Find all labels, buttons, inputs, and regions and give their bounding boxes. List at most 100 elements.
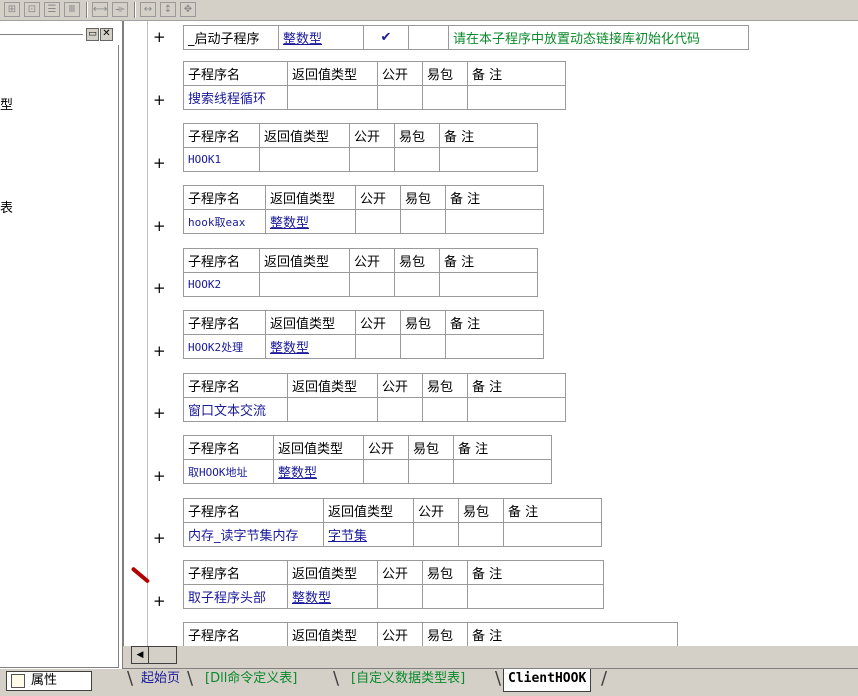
move-icon[interactable]: ✥ bbox=[180, 2, 196, 17]
insert-col-icon[interactable]: Ⅲ bbox=[64, 2, 80, 17]
remark-cell[interactable] bbox=[503, 522, 602, 547]
minimize-icon[interactable]: ▭ bbox=[86, 28, 99, 41]
remark-cell[interactable] bbox=[467, 584, 604, 609]
subroutine-return-type[interactable]: 整数型 bbox=[278, 25, 364, 50]
close-icon[interactable]: ✕ bbox=[100, 28, 113, 41]
header-name: 子程序名 bbox=[183, 310, 266, 335]
tab-dll-command-table[interactable]: [Dll命令定义表] bbox=[201, 669, 301, 691]
tree-item-fragment[interactable]: 型 bbox=[0, 94, 13, 113]
subroutine-name[interactable]: _启动子程序 bbox=[183, 25, 279, 50]
code-editor[interactable]: + _启动子程序 整数型 ✔ 请在本子程序中放置动态链接库初始化代码 + 子程序… bbox=[123, 21, 858, 646]
insert-row-icon[interactable]: ☰ bbox=[44, 2, 60, 17]
remark-cell[interactable] bbox=[453, 459, 552, 484]
subroutine-name[interactable]: 窗口文本交流 bbox=[183, 397, 288, 422]
subroutine-name[interactable]: HOOK1 bbox=[183, 147, 260, 172]
subroutine-return-type[interactable] bbox=[287, 397, 378, 422]
public-cell[interactable] bbox=[377, 397, 423, 422]
subroutine-return-type[interactable]: 整数型 bbox=[273, 459, 364, 484]
expand-toggle[interactable]: + bbox=[153, 404, 166, 422]
subroutine-name[interactable]: 取HOOK地址 bbox=[183, 459, 274, 484]
expand-toggle[interactable]: + bbox=[153, 342, 166, 360]
horizontal-scrollbar[interactable]: ◀ bbox=[123, 646, 858, 668]
subroutine-remark[interactable]: 请在本子程序中放置动态链接库初始化代码 bbox=[448, 25, 749, 50]
header-public: 公开 bbox=[349, 248, 395, 273]
tab-separator: \ bbox=[127, 668, 134, 689]
left-panel-bottom-bar: 属性 bbox=[0, 670, 122, 695]
easy-pkg-cell[interactable] bbox=[458, 522, 504, 547]
header-remark: 备 注 bbox=[467, 560, 604, 585]
header-public: 公开 bbox=[377, 61, 423, 86]
public-cell[interactable] bbox=[355, 209, 401, 234]
subroutine-name[interactable]: HOOK2 bbox=[183, 272, 260, 297]
remark-cell[interactable] bbox=[445, 209, 544, 234]
expand-toggle[interactable]: + bbox=[153, 154, 166, 172]
expand-toggle[interactable]: + bbox=[153, 592, 166, 610]
subroutine-name[interactable]: 内存_读字节集内存 bbox=[183, 522, 324, 547]
subroutine-return-type[interactable] bbox=[259, 272, 350, 297]
scroll-left-icon[interactable]: ◀ bbox=[131, 646, 149, 664]
subroutine-name[interactable]: hook取eax bbox=[183, 209, 266, 234]
header-public: 公开 bbox=[377, 373, 423, 398]
properties-tab[interactable]: 属性 bbox=[6, 671, 92, 691]
grid-center-icon[interactable]: ⊡ bbox=[24, 2, 40, 17]
easy-pkg-cell[interactable] bbox=[408, 25, 449, 50]
remark-cell[interactable] bbox=[467, 397, 566, 422]
subroutine-name[interactable]: HOOK2处理 bbox=[183, 334, 266, 359]
expand-v-icon[interactable]: ↕ bbox=[160, 2, 176, 17]
header-easy-pkg: 易包 bbox=[400, 185, 446, 210]
public-cell[interactable] bbox=[377, 584, 423, 609]
easy-pkg-cell[interactable] bbox=[422, 85, 468, 110]
tab-start-page[interactable]: 起始页 bbox=[137, 669, 184, 691]
grid-split-icon[interactable]: ⊞ bbox=[4, 2, 20, 17]
subroutine-return-type[interactable]: 整数型 bbox=[265, 334, 356, 359]
remark-cell[interactable] bbox=[439, 272, 538, 297]
public-cell[interactable] bbox=[377, 85, 423, 110]
remark-cell[interactable] bbox=[445, 334, 544, 359]
tab-separator: \ bbox=[333, 668, 340, 689]
public-checkmark[interactable]: ✔ bbox=[363, 25, 409, 50]
subroutine-return-type[interactable] bbox=[287, 85, 378, 110]
public-cell[interactable] bbox=[363, 459, 409, 484]
subroutine-name[interactable]: 取子程序头部 bbox=[183, 584, 288, 609]
header-return-type: 返回值类型 bbox=[287, 373, 378, 398]
header-remark: 备 注 bbox=[445, 310, 544, 335]
tab-clienthook[interactable]: ClientHOOK bbox=[503, 669, 592, 692]
remark-cell[interactable] bbox=[467, 85, 566, 110]
expand-toggle[interactable]: + bbox=[153, 217, 166, 235]
header-remark: 备 注 bbox=[467, 622, 678, 646]
header-name: 子程序名 bbox=[183, 560, 288, 585]
align-h-icon[interactable]: ⟷ bbox=[92, 2, 108, 17]
expand-toggle[interactable]: + bbox=[153, 467, 166, 485]
header-easy-pkg: 易包 bbox=[422, 560, 468, 585]
easy-pkg-cell[interactable] bbox=[422, 397, 468, 422]
public-cell[interactable] bbox=[349, 147, 395, 172]
subroutine-name[interactable]: 搜索线程循环 bbox=[183, 85, 288, 110]
easy-pkg-cell[interactable] bbox=[400, 209, 446, 234]
easy-pkg-cell[interactable] bbox=[400, 334, 446, 359]
expand-toggle[interactable]: + bbox=[153, 28, 166, 46]
expand-toggle[interactable]: + bbox=[153, 91, 166, 109]
subroutine-return-type[interactable]: 整数型 bbox=[287, 584, 378, 609]
tab-custom-type-table[interactable]: [自定义数据类型表] bbox=[347, 669, 469, 691]
public-cell[interactable] bbox=[355, 334, 401, 359]
scroll-thumb[interactable] bbox=[149, 646, 177, 664]
align-v-icon[interactable]: ⟛ bbox=[112, 2, 128, 17]
expand-h-icon[interactable]: ↔ bbox=[140, 2, 156, 17]
left-panel-header: ▭ ✕ bbox=[0, 27, 122, 41]
remark-cell[interactable] bbox=[439, 147, 538, 172]
header-name: 子程序名 bbox=[183, 248, 260, 273]
expand-toggle[interactable]: + bbox=[153, 279, 166, 297]
public-cell[interactable] bbox=[413, 522, 459, 547]
easy-pkg-cell[interactable] bbox=[394, 147, 440, 172]
subroutine-table: 子程序名 返回值类型 公开 易包备 注 搜索线程循环 bbox=[183, 61, 566, 110]
subroutine-return-type[interactable]: 整数型 bbox=[265, 209, 356, 234]
easy-pkg-cell[interactable] bbox=[422, 584, 468, 609]
header-return-type: 返回值类型 bbox=[265, 185, 356, 210]
easy-pkg-cell[interactable] bbox=[394, 272, 440, 297]
easy-pkg-cell[interactable] bbox=[408, 459, 454, 484]
subroutine-return-type[interactable] bbox=[259, 147, 350, 172]
subroutine-return-type[interactable]: 字节集 bbox=[323, 522, 414, 547]
tree-item-fragment[interactable]: 表 bbox=[0, 197, 13, 216]
expand-toggle[interactable]: + bbox=[153, 529, 166, 547]
public-cell[interactable] bbox=[349, 272, 395, 297]
